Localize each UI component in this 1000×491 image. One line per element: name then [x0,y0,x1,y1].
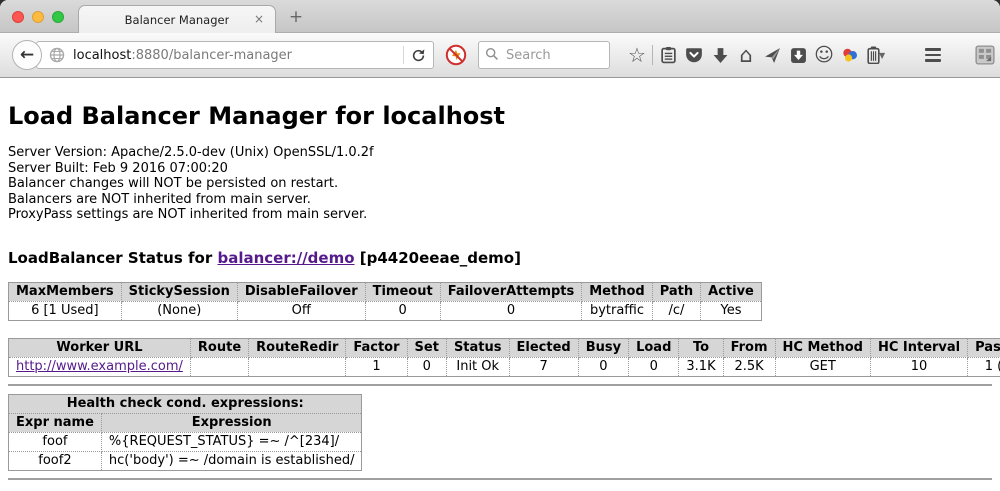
table-header-row: MaxMembers StickySession DisableFailover… [9,282,762,301]
url-path: :8880/balancer-manager [131,48,292,63]
pocket-icon[interactable] [681,42,707,68]
page-title: Load Balancer Manager for localhost [8,102,992,130]
tab-close-icon[interactable]: × [252,13,266,27]
table-title-row: Health check cond. expressions: [9,394,362,413]
url-host: localhost [73,48,131,63]
emoji-smiley-icon[interactable]: ☺ [811,42,837,68]
browser-window: Balancer Manager × + ← localhost:8880/ba… [0,0,1000,491]
page-content: Load Balancer Manager for localhost Serv… [0,78,1000,491]
flashblock-icon[interactable] [445,44,467,66]
titlebar: Balancer Manager × + [0,0,1000,33]
worker-url-link[interactable]: http://www.example.com/ [16,359,183,374]
table-row: 6 [1 Used] (None) Off 0 0 bytraffic /c/ … [9,301,762,320]
downloads-arrow-icon[interactable] [707,42,733,68]
server-info: Server Version: Apache/2.5.0-dev (Unix) … [8,145,992,223]
url-bar[interactable]: localhost:8880/balancer-manager [36,41,434,69]
window-close-button[interactable] [12,11,24,23]
health-check-table: Health check cond. expressions: Expr nam… [8,394,362,471]
navigation-toolbar: ← localhost:8880/balancer-manager ☆ [0,33,1000,78]
tab-grid-icon[interactable] [972,42,998,68]
notice-line: ProxyPass settings are NOT inherited fro… [8,207,992,223]
balancer-demo-link[interactable]: balancer://demo [217,249,354,267]
window-controls [12,11,64,23]
table-header-row: Worker URL Route RouteRedir Factor Set S… [9,338,1000,357]
divider [8,384,992,386]
search-box[interactable] [478,41,610,69]
menu-hamburger-icon[interactable] [920,42,946,68]
url-text[interactable]: localhost:8880/balancer-manager [73,48,396,63]
table-row: foof %{REQUEST_STATUS} =~ /^[234]/ [9,432,362,451]
search-input[interactable] [504,47,603,64]
color-dots-icon[interactable] [837,42,863,68]
back-button[interactable]: ← [12,40,42,70]
server-version-line: Server Version: Apache/2.5.0-dev (Unix) … [8,145,992,161]
server-built-line: Server Built: Feb 9 2016 07:00:20 [8,161,992,177]
table-header-row: Expr name Expression [9,413,362,432]
window-zoom-button[interactable] [52,11,64,23]
search-icon [485,46,499,65]
chevron-down-icon[interactable]: ▼ [879,51,891,60]
home-icon[interactable]: ⌂ [733,42,759,68]
worker-table: Worker URL Route RouteRedir Factor Set S… [8,338,1000,377]
balancer-settings-table: MaxMembers StickySession DisableFailover… [8,282,762,321]
divider [8,478,992,480]
tab-title: Balancer Manager [125,13,230,27]
notice-line: Balancers are NOT inherited from main se… [8,192,992,208]
send-tab-plane-icon[interactable] [759,42,785,68]
loadbalancer-status-heading: LoadBalancer Status for balancer://demo … [8,249,992,267]
toolbar-icons: ☆ ⌂ ☺ ▼ [624,42,891,68]
bookmark-star-icon[interactable]: ☆ [624,42,650,68]
notice-line: Balancer changes will NOT be persisted o… [8,176,992,192]
bookmarks-clipboard-icon[interactable] [655,42,681,68]
worker-row: http://www.example.com/ 1 0 Init Ok 7 0 … [9,357,1000,376]
new-tab-button[interactable]: + [284,6,308,30]
globe-icon [49,47,65,63]
health-check-title: Health check cond. expressions: [9,394,362,413]
reload-button[interactable] [411,48,429,63]
table-row: foof2 hc('body') =~ /domain is establish… [9,451,362,470]
window-minimize-button[interactable] [32,11,44,23]
download-square-icon[interactable] [785,42,811,68]
browser-tab[interactable]: Balancer Manager × [78,5,276,33]
